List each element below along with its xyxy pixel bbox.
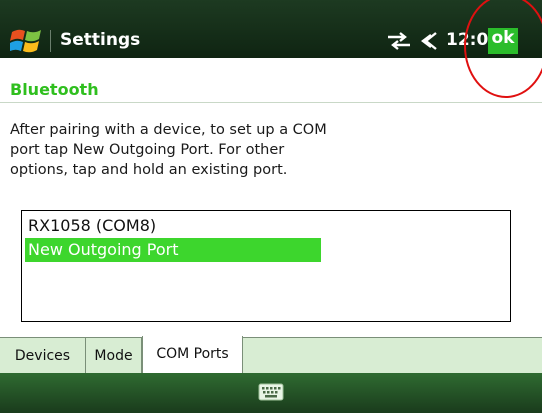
- section-title: Bluetooth: [10, 80, 99, 99]
- windows-logo-icon[interactable]: [10, 26, 44, 56]
- tab-mode[interactable]: Mode: [86, 337, 142, 373]
- tab-devices[interactable]: Devices: [0, 337, 86, 373]
- tab-com-ports[interactable]: COM Ports: [142, 336, 243, 373]
- list-item[interactable]: RX1058 (COM8): [25, 214, 321, 238]
- list-item-selected[interactable]: New Outgoing Port: [25, 238, 321, 262]
- keyboard-icon[interactable]: [258, 383, 284, 401]
- sync-icon[interactable]: [386, 31, 412, 51]
- port-list[interactable]: RX1058 (COM8) New Outgoing Port: [21, 210, 511, 322]
- speaker-icon[interactable]: [420, 30, 442, 52]
- title-separator: [50, 30, 51, 52]
- instruction-text: After pairing with a device, to set up a…: [10, 122, 327, 178]
- app-title: Settings: [60, 30, 141, 50]
